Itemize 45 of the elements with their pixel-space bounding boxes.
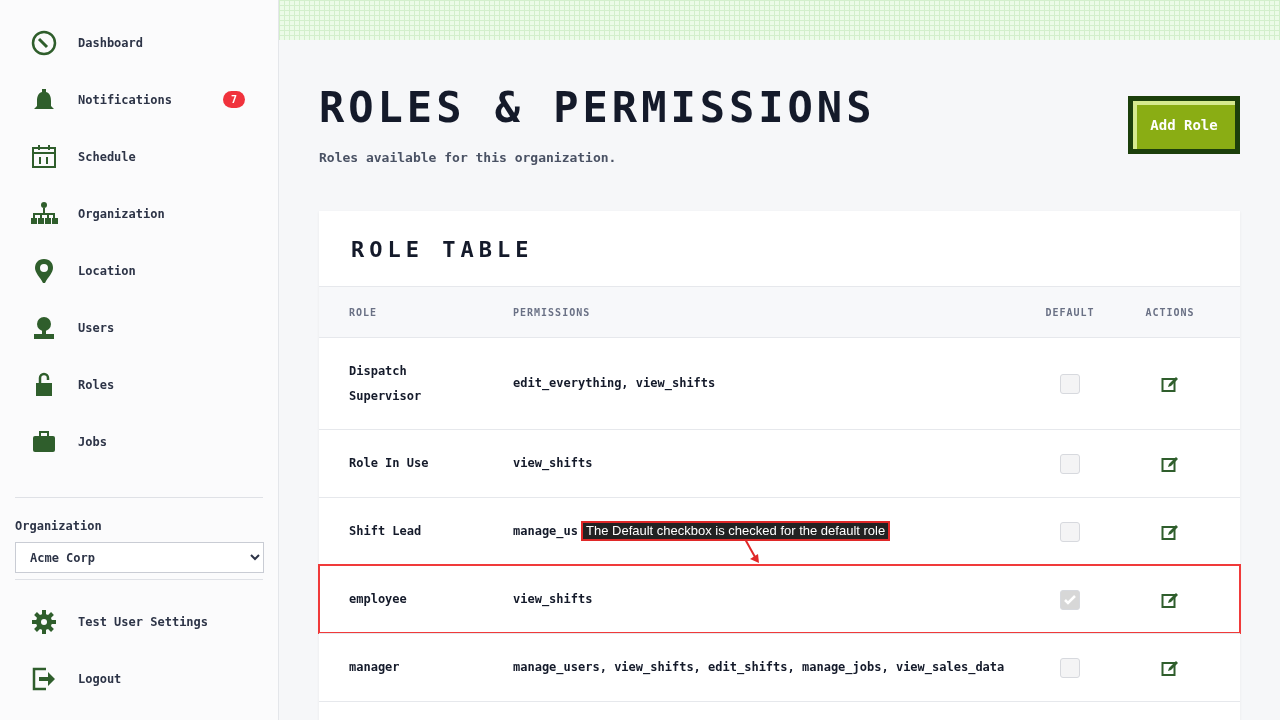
permissions-cell-text: edit_everything, view_shifts (513, 375, 716, 393)
nav-item[interactable]: Location (15, 242, 263, 299)
logout-link[interactable]: Logout (15, 650, 263, 707)
default-checkbox[interactable] (1060, 657, 1080, 678)
nav-item[interactable]: Organization (15, 185, 263, 242)
column-header: PERMISSIONS (513, 306, 592, 318)
role-cell-text: Dispatch Supervisor (349, 362, 423, 405)
check-icon (1063, 592, 1077, 607)
column-header: ACTIONS (1144, 306, 1196, 318)
permissions-cell-text: manage_us (513, 523, 579, 541)
role-cell-text: manager (349, 659, 400, 676)
nav-item[interactable]: Jobs (15, 413, 263, 470)
notification-badge: 7 (223, 91, 246, 108)
nav-item[interactable]: Roles (15, 356, 263, 413)
column-header: DEFAULT (1044, 306, 1096, 318)
default-checkbox[interactable] (1060, 453, 1080, 474)
edit-icon[interactable] (1161, 590, 1179, 609)
permissions-cell-text: view_shifts (513, 455, 593, 473)
nav-item[interactable]: Users (15, 299, 263, 356)
gear-icon (30, 607, 58, 636)
page-title: ROLES & PERMISSIONS (319, 86, 876, 130)
edit-icon[interactable] (1161, 454, 1179, 473)
edit-icon[interactable] (1161, 658, 1179, 677)
role-cell-text: Shift Lead (349, 523, 422, 540)
organization-select[interactable]: Acme Corp (15, 542, 264, 573)
nav-item[interactable]: Dashboard (15, 14, 263, 71)
calendar-icon (30, 142, 58, 171)
default-checkbox[interactable] (1060, 373, 1080, 394)
default-checkbox[interactable] (1060, 589, 1080, 610)
permissions-cell-text: view_shifts (513, 591, 593, 609)
organization-label: Organization (15, 519, 103, 533)
default-checkbox[interactable] (1060, 521, 1080, 542)
page-subtitle: Roles available for this organization. (319, 150, 618, 165)
nav-item[interactable]: Schedule (15, 128, 263, 185)
role-cell-text: Role In Use (349, 455, 429, 472)
nav-item[interactable]: Notifications 7 (15, 71, 263, 128)
role-cell-text: employee (349, 591, 407, 608)
settings-link[interactable]: Test User Settings (15, 593, 263, 650)
annotation-callout: The Default checkbox is checked for the default role (581, 521, 891, 541)
gauge-icon (30, 28, 58, 57)
permissions-cell-text: manage_users, view_shifts, edit_shifts, manage_jobs, view_sales_data (513, 659, 1005, 677)
table-title: ROLE TABLE (350, 236, 535, 264)
edit-icon[interactable] (1161, 374, 1179, 393)
column-header: ROLE (349, 306, 379, 318)
edit-icon[interactable] (1161, 522, 1179, 541)
